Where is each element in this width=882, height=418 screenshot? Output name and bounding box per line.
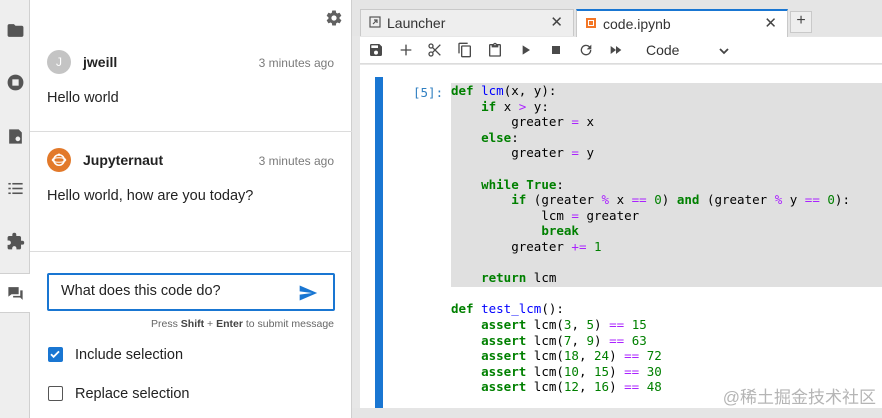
submit-hint: Press Shift + Enter to submit message [151, 318, 334, 330]
message-timestamp: 3 minutes ago [258, 154, 334, 168]
activity-bar [0, 0, 31, 418]
message-body: Hello world [47, 90, 119, 106]
send-icon[interactable] [297, 283, 319, 303]
message-sender: Jupyternaut [83, 152, 164, 168]
close-icon[interactable]: ✕ [550, 13, 563, 31]
chat-input-box [47, 273, 335, 311]
horizontal-scrollbar[interactable] [352, 408, 882, 418]
tab-label: code.ipynb [603, 16, 671, 32]
cell-prompt: [5]: [413, 85, 444, 100]
chat-icon[interactable] [0, 273, 31, 313]
message-header: Jupyternaut 3 minutes ago [47, 148, 337, 174]
stop-icon[interactable] [548, 42, 564, 58]
table-of-contents-icon[interactable] [0, 168, 30, 208]
launcher-icon [369, 16, 381, 28]
running-sessions-icon[interactable] [0, 62, 30, 102]
message-sender: jweill [83, 54, 118, 70]
add-cell-icon[interactable] [398, 42, 414, 58]
watermark: @稀土掘金技术社区 [722, 388, 876, 407]
new-tab-button[interactable]: + [790, 11, 812, 33]
replace-selection-label: Replace selection [75, 386, 190, 402]
include-selection-label: Include selection [75, 347, 184, 363]
replace-selection-option[interactable]: Replace selection [47, 384, 337, 404]
message-divider [30, 131, 352, 132]
gear-icon[interactable] [325, 9, 343, 27]
tab-bar: Launcher ✕ code.ipynb ✕ + [352, 0, 882, 37]
file-browser-icon[interactable] [0, 10, 30, 50]
paste-icon[interactable] [487, 42, 503, 58]
replace-selection-checkbox[interactable] [48, 386, 63, 401]
jupyter-logo-icon [47, 148, 71, 172]
cut-icon[interactable] [427, 42, 443, 58]
notebook-toolbar: Code [360, 37, 882, 64]
chat-input[interactable] [61, 283, 291, 299]
close-icon[interactable]: ✕ [764, 14, 777, 32]
notebook-icon [586, 18, 596, 28]
cell-type-select[interactable]: Code [646, 42, 679, 58]
include-selection-option[interactable]: Include selection [47, 345, 337, 365]
active-cell-indicator[interactable] [375, 77, 383, 408]
chevron-down-icon[interactable] [718, 44, 730, 56]
include-selection-checkbox[interactable] [48, 347, 63, 362]
extension-manager-icon[interactable] [0, 221, 30, 261]
avatar: J [47, 50, 71, 74]
code-editor[interactable]: def lcm(x, y): if x > y: greater = x els… [451, 83, 850, 395]
copy-icon[interactable] [457, 42, 473, 58]
restart-icon[interactable] [578, 42, 594, 58]
tab-label: Launcher [387, 15, 446, 31]
property-inspector-icon[interactable] [0, 116, 30, 156]
notebook-area: [5]: def lcm(x, y): if x > y: greater = … [360, 65, 882, 408]
message-header: J jweill 3 minutes ago [47, 50, 337, 76]
run-icon[interactable] [518, 42, 534, 58]
chat-panel: J jweill 3 minutes ago Hello world Jupyt… [30, 0, 352, 418]
tab-launcher[interactable]: Launcher ✕ [360, 9, 574, 36]
save-icon[interactable] [368, 42, 384, 58]
message-body: Hello world, how are you today? [47, 188, 254, 204]
fast-forward-icon[interactable] [608, 42, 624, 58]
message-timestamp: 3 minutes ago [258, 56, 334, 70]
tab-code-ipynb[interactable]: code.ipynb ✕ [576, 9, 788, 37]
message-divider [30, 251, 352, 252]
